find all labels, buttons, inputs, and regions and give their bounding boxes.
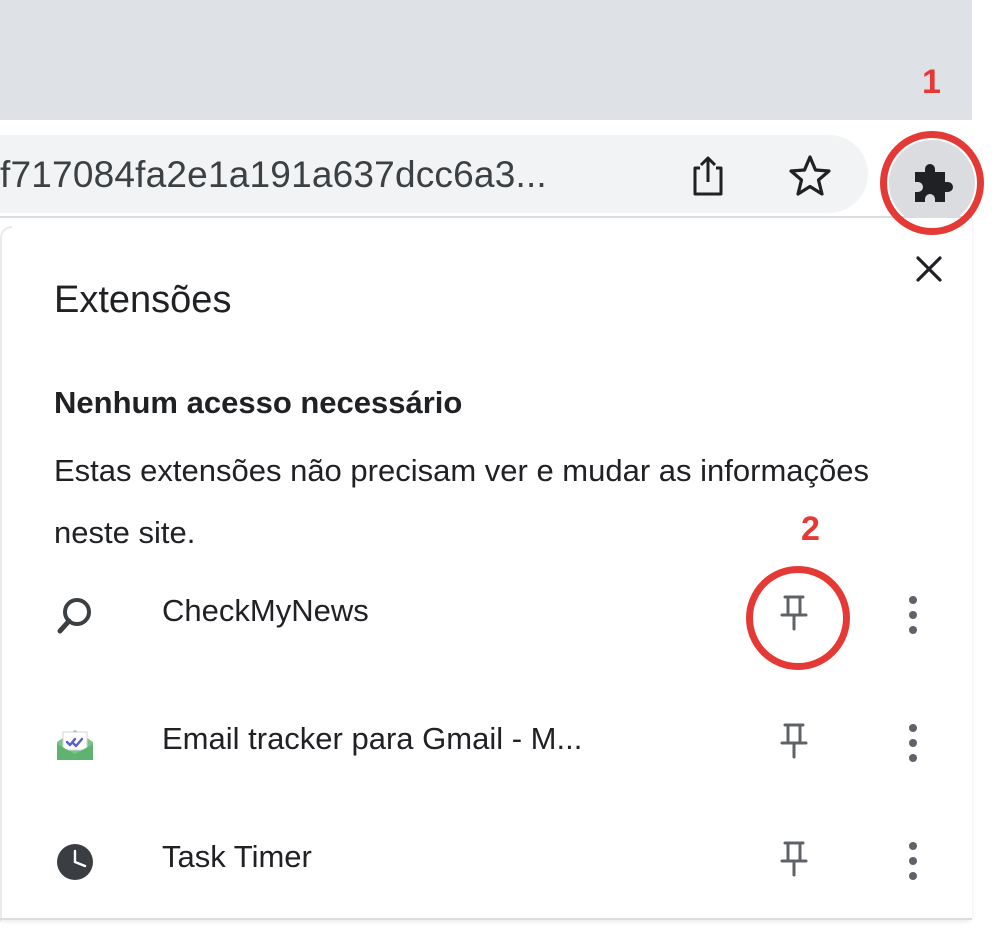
popup-title: Extensões <box>54 279 232 321</box>
extension-row-task-timer[interactable]: Task Timer <box>0 812 972 908</box>
extension-name: Task Timer <box>162 839 312 874</box>
section-description: Estas extensões não precisam ver e mudar… <box>54 453 869 550</box>
share-icon <box>693 156 723 196</box>
extension-row-email-tracker[interactable]: Email tracker para Gmail - M... <box>0 694 972 790</box>
extension-name: Email tracker para Gmail - M... <box>162 721 583 756</box>
pin-icon <box>780 841 808 877</box>
pin-button[interactable] <box>775 838 813 880</box>
tab-strip <box>0 0 972 120</box>
close-button[interactable] <box>908 248 950 290</box>
annotation-number-2: 2 <box>801 510 820 548</box>
bookmark-button[interactable] <box>786 152 834 200</box>
pin-button[interactable] <box>775 720 813 762</box>
search-icon <box>52 592 98 638</box>
close-icon <box>916 256 942 282</box>
annotation-circle-2 <box>746 566 850 670</box>
more-vert-icon <box>909 724 917 762</box>
annotation-number-1: 1 <box>922 63 941 101</box>
more-vert-icon <box>909 842 917 880</box>
extension-name: CheckMyNews <box>162 593 369 628</box>
clock-icon <box>52 838 98 884</box>
more-options-button[interactable] <box>898 832 928 890</box>
more-options-button[interactable] <box>898 586 928 644</box>
star-icon <box>789 155 831 196</box>
section-heading: Nenhum acesso necessário <box>54 385 463 420</box>
url-text[interactable]: f717084fa2e1a191a637dcc6a3... <box>0 152 547 198</box>
email-icon <box>52 720 98 766</box>
more-options-button[interactable] <box>898 714 928 772</box>
annotation-circle-1 <box>880 131 984 235</box>
share-button[interactable] <box>688 152 728 198</box>
pin-icon <box>780 723 808 759</box>
more-vert-icon <box>909 596 917 634</box>
popup-footer-divider <box>0 918 972 920</box>
